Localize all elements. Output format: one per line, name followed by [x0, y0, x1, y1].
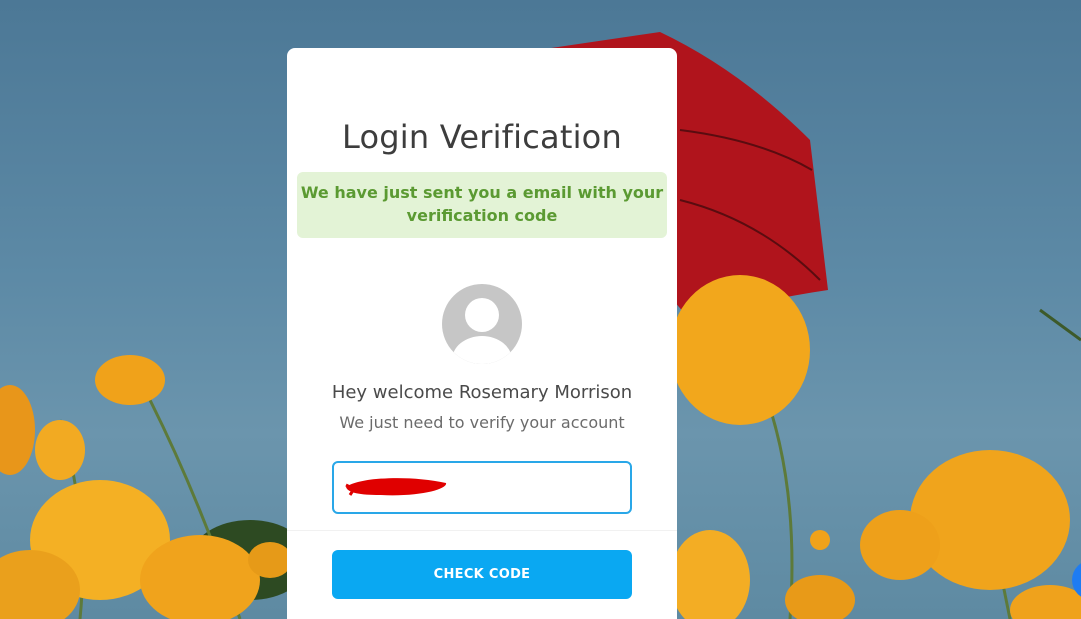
page-title: Login Verification — [342, 118, 622, 156]
poppy-flower — [670, 275, 810, 425]
verify-subtext: We just need to verify your account — [339, 413, 625, 432]
poppy-flower — [95, 355, 165, 405]
poppy-flower — [860, 510, 940, 580]
poppy-flower — [0, 385, 35, 475]
verification-sent-alert: We have just sent you a email with your … — [297, 172, 667, 238]
poppy-flower — [35, 420, 85, 480]
poppy-flower — [248, 542, 292, 578]
poppy-flower — [670, 530, 750, 619]
poppy-flower — [1010, 585, 1081, 619]
login-verification-card: Login Verification We have just sent you… — [287, 48, 677, 619]
divider — [287, 530, 677, 531]
poppy-flower — [810, 530, 830, 550]
welcome-text: Hey welcome Rosemary Morrison — [331, 382, 633, 403]
user-placeholder-icon — [442, 284, 522, 364]
verification-code-input[interactable] — [332, 461, 632, 514]
poppy-flower — [785, 575, 855, 619]
poppy-flower — [910, 450, 1070, 590]
check-code-button[interactable]: CHECK CODE — [332, 550, 632, 599]
